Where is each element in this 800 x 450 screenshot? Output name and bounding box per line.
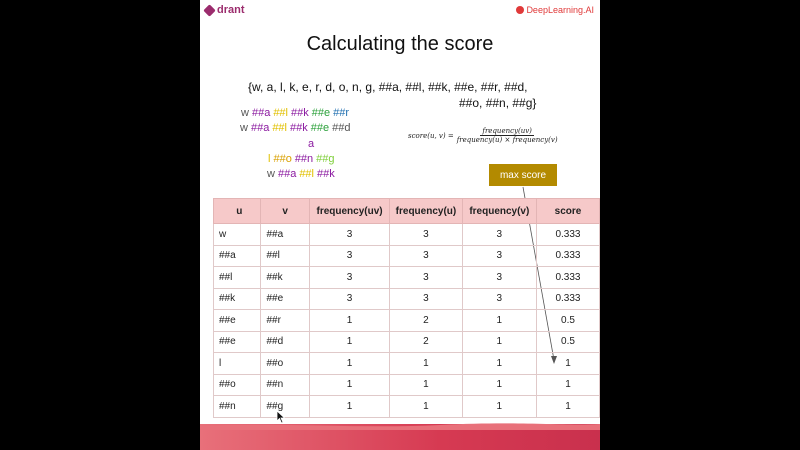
slide: drant DeepLearning.AI Calculating the sc… <box>200 0 600 450</box>
table-cell: 1 <box>535 352 600 375</box>
table-cell: 3 <box>308 244 391 267</box>
table-cell: ##d <box>260 330 310 353</box>
table-cell: 1 <box>461 373 537 396</box>
table-cell: ##o <box>212 373 262 396</box>
header-frequency-u: frequency(u) <box>389 198 463 224</box>
table-cell: 3 <box>308 287 391 310</box>
table-cell: ##e <box>212 309 262 332</box>
table-cell: 1 <box>308 395 391 418</box>
table-cell: ##e <box>260 287 310 310</box>
table-cell: 3 <box>461 287 537 310</box>
table-cell: 1 <box>308 330 391 353</box>
table-cell: ##o <box>260 352 310 375</box>
table-cell: 3 <box>389 223 463 246</box>
table-cell: 3 <box>308 223 391 246</box>
table-cell: ##a <box>260 223 310 246</box>
table-cell: 1 <box>461 330 537 353</box>
table-cell: ##k <box>212 287 262 310</box>
table-cell: 1 <box>461 309 537 332</box>
table-cell: 1 <box>308 309 391 332</box>
table-cell: 1 <box>461 352 537 375</box>
table-row: ##e ##r 1 2 1 0.5 <box>212 309 600 332</box>
table-cell: 3 <box>389 287 463 310</box>
table-cell: ##l <box>212 266 262 289</box>
table-cell: 3 <box>389 266 463 289</box>
table-cell: 3 <box>389 244 463 267</box>
table-cell: ##l <box>260 244 310 267</box>
table-cell: 3 <box>308 266 391 289</box>
footer-wave <box>200 423 600 430</box>
table-cell: w <box>212 223 262 246</box>
table-cell: 2 <box>389 330 463 353</box>
table-header-row: u v frequency(uv) frequency(u) frequency… <box>212 198 600 224</box>
table-cell: 1 <box>389 395 463 418</box>
table-cell: 0.333 <box>535 244 600 267</box>
table-row: w ##a 3 3 3 0.333 <box>212 223 600 246</box>
table-cell: ##r <box>260 309 310 332</box>
table-cell: 3 <box>461 223 537 246</box>
table-row: ##l ##k 3 3 3 0.333 <box>212 266 600 289</box>
table-cell: ##e <box>212 330 262 353</box>
table-cell: ##k <box>260 266 310 289</box>
table-cell: 2 <box>389 309 463 332</box>
table-cell: ##n <box>260 373 310 396</box>
table-cell: 1 <box>389 373 463 396</box>
score-table: u v frequency(uv) frequency(u) frequency… <box>212 198 600 418</box>
table-row: ##e ##d 1 2 1 0.5 <box>212 330 600 353</box>
table-cell: 3 <box>461 266 537 289</box>
table-cell: 1 <box>535 373 600 396</box>
table-cell: 0.5 <box>535 309 600 332</box>
table-cell: 1 <box>535 395 600 418</box>
table-cell: ##n <box>212 395 262 418</box>
header-u: u <box>212 198 262 224</box>
header-v: v <box>260 198 310 224</box>
table-row: ##k ##e 3 3 3 0.333 <box>212 287 600 310</box>
table-row: l ##o 1 1 1 1 <box>212 352 600 375</box>
table-cell: 0.333 <box>535 287 600 310</box>
table-cell: ##a <box>212 244 262 267</box>
header-frequency-v: frequency(v) <box>461 198 537 224</box>
table-cell: 3 <box>461 244 537 267</box>
table-cell: 1 <box>308 373 391 396</box>
header-frequency-uv: frequency(uv) <box>308 198 391 224</box>
header-score: score <box>535 198 600 224</box>
table-cell: 1 <box>308 352 391 375</box>
table-cell: 0.333 <box>535 223 600 246</box>
table-row: ##n ##g 1 1 1 1 <box>212 395 600 418</box>
table-cell: 0.333 <box>535 266 600 289</box>
table-row: ##a ##l 3 3 3 0.333 <box>212 244 600 267</box>
table-cell: 1 <box>389 352 463 375</box>
table-cell: 1 <box>461 395 537 418</box>
table-row: ##o ##n 1 1 1 1 <box>212 373 600 396</box>
table-cell: l <box>212 352 262 375</box>
table-cell: 0.5 <box>535 330 600 353</box>
